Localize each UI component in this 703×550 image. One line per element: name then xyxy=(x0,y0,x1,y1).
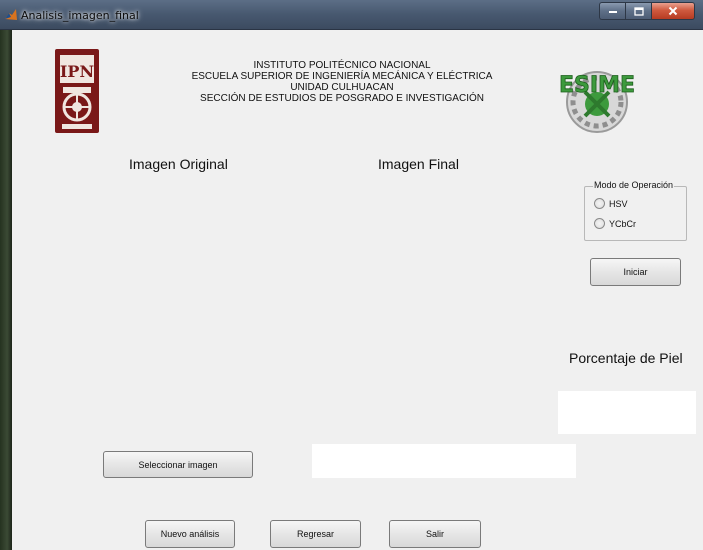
window-title: Analisis_imagen_final xyxy=(21,9,139,22)
close-button[interactable] xyxy=(651,2,695,20)
radio-hsv[interactable]: HSV xyxy=(594,198,628,209)
radio-hsv-circle[interactable] xyxy=(594,198,605,209)
image-path-field[interactable] xyxy=(312,444,576,478)
operation-mode-title: Modo de Operación xyxy=(593,180,675,190)
close-icon xyxy=(668,6,678,16)
label-skin-percentage: Porcentaje de Piel xyxy=(569,350,683,366)
ipn-logo: IPN xyxy=(53,47,101,135)
radio-ycbcr-circle[interactable] xyxy=(594,218,605,229)
radio-ycbcr[interactable]: YCbCr xyxy=(594,218,636,229)
label-original-image: Imagen Original xyxy=(129,156,228,172)
maximize-icon xyxy=(633,6,644,16)
iniciar-button[interactable]: Iniciar xyxy=(590,258,681,286)
minimize-icon xyxy=(608,11,617,13)
header-line-unit: UNIDAD CULHUACAN xyxy=(290,82,394,93)
label-final-image: Imagen Final xyxy=(378,156,459,172)
new-analysis-button[interactable]: Nuevo análisis xyxy=(145,520,235,548)
matlab-icon xyxy=(4,8,18,22)
title-bar[interactable]: Analisis_imagen_final xyxy=(0,0,703,30)
radio-hsv-label: HSV xyxy=(609,198,628,209)
select-image-button[interactable]: Seleccionar imagen xyxy=(103,451,253,478)
esime-logo: ESIME xyxy=(551,52,643,138)
header-line-section: SECCIÓN DE ESTUDIOS DE POSGRADO E INVEST… xyxy=(200,93,484,104)
maximize-button[interactable] xyxy=(625,2,651,20)
skin-percentage-field[interactable] xyxy=(558,391,696,434)
header-line-school: ESCUELA SUPERIOR DE INGENIERÍA MECÁNICA … xyxy=(191,71,493,82)
institution-header: INSTITUTO POLITÉCNICO NACIONAL ESCUELA S… xyxy=(152,60,532,104)
header-line-institute: INSTITUTO POLITÉCNICO NACIONAL xyxy=(253,60,431,71)
minimize-button[interactable] xyxy=(599,2,625,20)
window-controls xyxy=(599,2,695,20)
back-button[interactable]: Regresar xyxy=(270,520,361,548)
radio-ycbcr-label: YCbCr xyxy=(609,218,637,229)
figure-client-area: IPN INSTITUTO POLITÉCNICO NACIONAL ESCUE… xyxy=(12,30,703,550)
esime-logo-text: ESIME xyxy=(559,73,635,98)
exit-button[interactable]: Salir xyxy=(389,520,481,548)
operation-mode-group: Modo de Operación HSV YCbCr xyxy=(584,180,687,241)
window-frame-left xyxy=(0,30,12,550)
ipn-logo-text: IPN xyxy=(60,62,94,81)
